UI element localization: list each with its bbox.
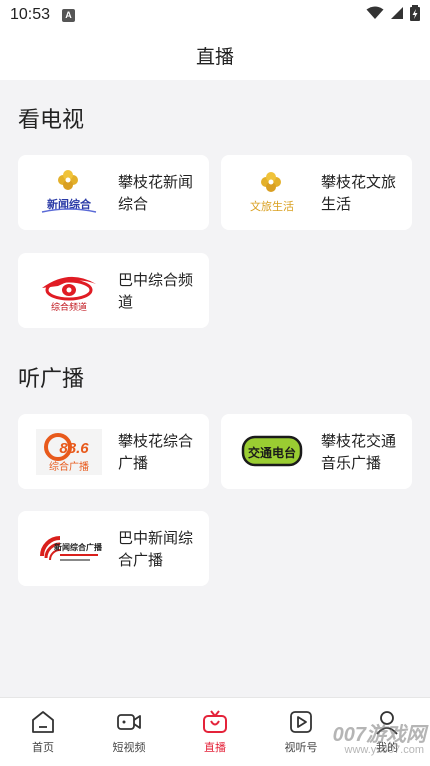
logo-number: 88.6 [59, 440, 89, 457]
page-title: 直播 [195, 45, 234, 68]
traffic-radio-logo-icon: 交通电台 [237, 427, 307, 477]
channel-name: 巴中新闻综合广播 [118, 528, 194, 569]
home-icon [30, 709, 56, 735]
channel-name: 攀枝花综合广播 [118, 431, 194, 472]
nav-short-video[interactable]: 短视频 [86, 698, 172, 766]
page-header: 直播 [0, 30, 430, 80]
flower-emblem-icon: 文旅生活 [237, 168, 307, 218]
watermark-text: 007游戏网 [332, 724, 426, 746]
channel-card-bazhong-radio[interactable]: 新闻综合广播 巴中新闻综合广播 [18, 511, 209, 586]
logo-text: 文旅生活 [250, 199, 294, 213]
nav-live[interactable]: 直播 [172, 698, 258, 766]
channel-card-bazhong-general[interactable]: 综合频道 巴中综合频道 [18, 253, 209, 328]
battery-charging-icon [410, 5, 420, 25]
live-tv-icon [202, 709, 228, 735]
nav-label: 直播 [204, 741, 226, 754]
signal-icon [390, 6, 404, 24]
bazhong-radio-logo-icon: 新闻综合广播 [34, 524, 104, 574]
channel-name: 攀枝花交通音乐广播 [321, 431, 397, 472]
channel-card-pzh-culture[interactable]: 文旅生活 攀枝花文旅生活 [221, 155, 412, 230]
nav-label: 短视频 [112, 741, 146, 754]
logo-text: 新闻综合广播 [54, 542, 102, 552]
status-icons [366, 5, 420, 25]
flower-emblem-icon: 新闻综合 [34, 168, 104, 218]
play-icon [288, 709, 314, 735]
logo-text: 综合频道 [51, 301, 87, 313]
logo-text: 综合广播 [49, 460, 89, 473]
red-eye-logo-icon: 综合频道 [34, 266, 104, 316]
radio-88-logo-icon: 88.6 综合广播 [34, 427, 104, 477]
nav-home[interactable]: 首页 [0, 698, 86, 766]
tv-section-title: 看电视 [18, 108, 85, 133]
channel-card-pzh-news[interactable]: 新闻综合 攀枝花新闻综合 [18, 155, 209, 230]
channel-card-pzh-radio[interactable]: 88.6 综合广播 攀枝花综合广播 [18, 414, 209, 489]
radio-section-title: 听广播 [18, 367, 85, 392]
logo-text: 交通电台 [248, 445, 296, 460]
notification-a-icon: A [62, 8, 76, 22]
nav-label: 首页 [32, 741, 54, 754]
channel-name: 巴中综合频道 [118, 270, 194, 311]
status-time: 10:53 [10, 6, 51, 23]
video-camera-icon [116, 709, 142, 735]
wifi-icon [366, 6, 384, 24]
status-bar: 10:53 A [0, 0, 430, 30]
watermark-url: www.yx007.com [344, 744, 424, 756]
channel-name: 攀枝花新闻综合 [118, 172, 194, 213]
channel-name: 攀枝花文旅生活 [321, 172, 397, 213]
channel-card-pzh-traffic[interactable]: 交通电台 攀枝花交通音乐广播 [221, 414, 412, 489]
nav-audiovisual[interactable]: 视听号 [258, 698, 344, 766]
nav-label: 视听号 [284, 741, 318, 754]
